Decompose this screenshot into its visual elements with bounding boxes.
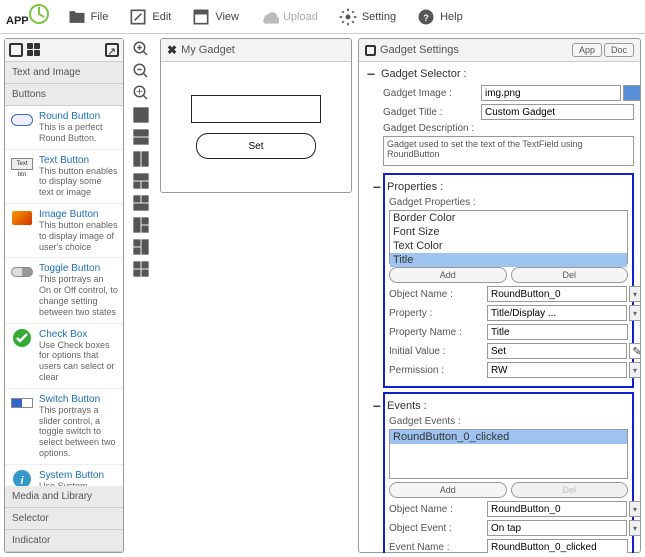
zoom-fit-icon[interactable] <box>132 84 150 102</box>
widget-sidebar: ↗ Text and Image Buttons Round ButtonThi… <box>4 38 124 553</box>
widget-checkbox[interactable]: Check BoxUse Check boxes for options tha… <box>5 324 123 389</box>
gadget-title-input[interactable] <box>481 104 634 120</box>
layout-3b-icon[interactable] <box>132 194 150 212</box>
widget-system-button[interactable]: iSystem ButtonUse System buttons for sta… <box>5 465 123 486</box>
edit-icon[interactable]: ✎ <box>629 343 640 359</box>
menu-view[interactable]: View <box>183 5 247 29</box>
canvas-panel: ✖ My Gadget Set <box>160 38 352 193</box>
layout-3a-icon[interactable] <box>132 172 150 190</box>
set-button[interactable]: Set <box>196 133 316 159</box>
menu-help[interactable]: ?Help <box>408 5 471 29</box>
evt-object-name[interactable] <box>487 501 627 517</box>
evt-object-event[interactable] <box>487 520 627 536</box>
dropdown-icon[interactable]: ▾ <box>629 520 640 536</box>
prop-permission[interactable] <box>487 362 627 378</box>
cat-buttons[interactable]: Buttons <box>5 84 123 106</box>
textfield-widget[interactable] <box>191 95 321 123</box>
zoom-out-icon[interactable] <box>132 62 150 80</box>
menu-edit[interactable]: Edit <box>120 5 179 29</box>
evt-del-button[interactable]: Del <box>511 482 629 498</box>
layout-2v-icon[interactable] <box>132 150 150 168</box>
widget-image-button[interactable]: Image ButtonThis button enables to displ… <box>5 204 123 258</box>
prop-property[interactable] <box>487 305 627 321</box>
cat-indicator[interactable]: Indicator <box>5 530 123 552</box>
events-list[interactable]: RoundButton_0_clicked <box>389 429 628 479</box>
dropdown-icon[interactable]: ▾ <box>629 286 640 302</box>
dropdown-icon[interactable]: ▾ <box>629 501 640 517</box>
prop-object-name[interactable] <box>487 286 627 302</box>
prop-add-button[interactable]: Add <box>389 267 507 283</box>
evt-name[interactable] <box>487 539 628 553</box>
close-icon[interactable]: ✖ <box>167 43 177 57</box>
layout-single-icon[interactable] <box>9 43 23 57</box>
top-menu-bar: APPE E File Edit View Upload Setting ?He… <box>0 0 645 34</box>
prop-name[interactable] <box>487 324 628 340</box>
settings-icon <box>365 45 376 56</box>
app-logo: APPE E <box>6 4 49 30</box>
expand-sidebar-icon[interactable]: ↗ <box>105 43 119 57</box>
widget-text-button[interactable]: Text btnText ButtonThis button enables t… <box>5 150 123 204</box>
evt-add-button[interactable]: Add <box>389 482 507 498</box>
canvas-title: My Gadget <box>181 44 235 56</box>
layout-4-icon[interactable] <box>132 260 150 278</box>
collapse-icon[interactable]: − <box>365 68 377 80</box>
tab-doc[interactable]: Doc <box>604 43 634 57</box>
widget-round-button[interactable]: Round ButtonThis is a perfect Round Butt… <box>5 106 123 150</box>
widget-toggle-button[interactable]: Toggle ButtonThis portrays an On or Off … <box>5 258 123 323</box>
properties-list[interactable]: Border Color Font Size Text Color Title <box>389 210 628 264</box>
pick-image-button[interactable] <box>623 85 640 101</box>
inspector-panel: Gadget Settings AppDoc −Gadget Selector … <box>358 38 641 553</box>
cat-media[interactable]: Media and Library <box>5 486 123 508</box>
dropdown-icon[interactable]: ▾ <box>629 362 640 378</box>
gadget-desc-input[interactable]: Gadget used to set the text of the TextF… <box>383 136 634 166</box>
zoom-in-icon[interactable] <box>132 40 150 58</box>
layout-grid-icon[interactable] <box>27 43 41 57</box>
tab-app[interactable]: App <box>572 43 602 57</box>
svg-text:?: ? <box>423 13 429 23</box>
collapse-icon[interactable]: − <box>371 181 383 193</box>
prop-initial-value[interactable] <box>487 343 627 359</box>
prop-del-button[interactable]: Del <box>511 267 629 283</box>
collapse-icon[interactable]: − <box>371 400 383 412</box>
layout-1-icon[interactable] <box>132 106 150 124</box>
layout-2h-icon[interactable] <box>132 128 150 146</box>
menu-upload: Upload <box>251 5 326 29</box>
cat-text-image[interactable]: Text and Image <box>5 62 123 84</box>
cat-selector[interactable]: Selector <box>5 508 123 530</box>
dropdown-icon[interactable]: ▾ <box>629 305 640 321</box>
menu-setting[interactable]: Setting <box>330 5 404 29</box>
tool-rail <box>126 34 156 557</box>
gadget-image-input[interactable] <box>481 85 621 101</box>
layout-3c-icon[interactable] <box>132 216 150 234</box>
layout-3d-icon[interactable] <box>132 238 150 256</box>
inspector-title: Gadget Settings <box>380 44 459 56</box>
menu-file[interactable]: File <box>59 5 117 29</box>
widget-switch-button[interactable]: Switch ButtonThis portrays a slider cont… <box>5 389 123 465</box>
